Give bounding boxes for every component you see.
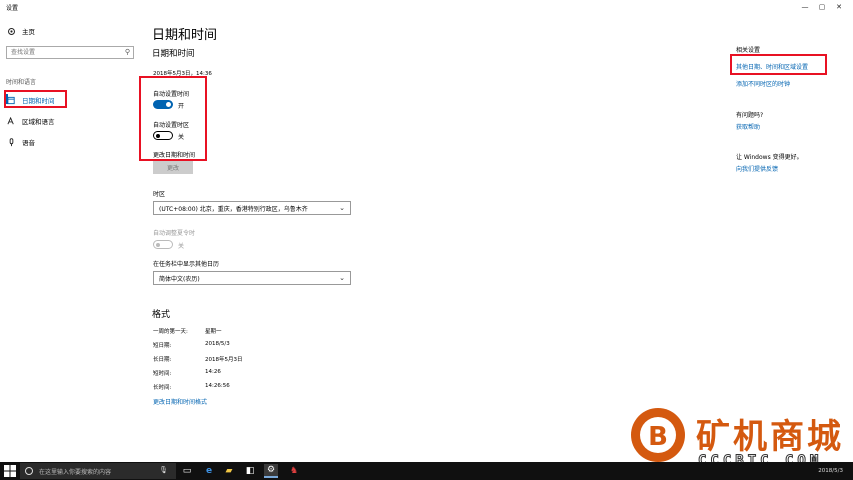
format-row: 短日期: 2018/5/3 — [153, 341, 353, 350]
format-key: 长时间: — [153, 385, 172, 391]
add-clocks-link[interactable]: 添加不同时区的时钟 — [736, 79, 790, 88]
format-row: 一周的第一天: 星期一 — [153, 327, 353, 336]
auto-time-state: 开 — [178, 103, 185, 110]
timezone-value: (UTC+08:00) 北京，重庆，香港特别行政区，乌鲁木齐 — [159, 205, 308, 213]
chevron-down-icon: ⌄ — [339, 204, 345, 212]
change-datetime-button[interactable]: 更改 — [153, 161, 193, 174]
file-explorer-icon[interactable]: ▰ — [222, 464, 236, 478]
get-help-link[interactable]: 获取帮助 — [736, 122, 760, 131]
format-title: 格式 — [152, 310, 171, 320]
auto-time-toggle[interactable] — [153, 100, 173, 109]
sidebar-item-region-language[interactable]: 区域和语言 — [6, 114, 55, 128]
window-title: 设置 — [6, 5, 19, 12]
app-icon[interactable]: ♞ — [287, 464, 301, 478]
format-key: 短时间: — [153, 371, 172, 377]
page-title: 日期和时间 — [152, 28, 218, 43]
task-view-icon[interactable]: ▭ — [180, 464, 194, 478]
sidebar-item-label: 日期和时间 — [22, 97, 55, 105]
sidebar-item-speech[interactable]: 语音 — [6, 135, 35, 149]
minimize-button[interactable]: — — [796, 2, 814, 12]
format-value: 2018年5月3日 — [205, 357, 243, 363]
dst-state: 关 — [178, 243, 185, 250]
dst-label: 自动调整夏令时 — [153, 230, 196, 237]
format-value: 14:26 — [205, 369, 221, 375]
edge-icon[interactable]: e — [202, 464, 216, 478]
sidebar-item-label: 区域和语言 — [22, 118, 55, 126]
format-value: 星期一 — [205, 329, 222, 335]
sidebar-item-home[interactable]: 主页 — [6, 24, 35, 38]
taskbar: 在这里输入你要搜索的内容 🎙 ▭ e ▰ ◧ ⚙ ♞ 2018/5/3 — [0, 462, 853, 480]
sidebar-item-date-time[interactable]: 日期和时间 — [6, 93, 55, 107]
calendar-clock-icon — [6, 95, 16, 105]
question-title: 有问题吗? — [736, 112, 764, 119]
format-key: 一周的第一天: — [153, 329, 188, 335]
sidebar-item-label: 主页 — [22, 28, 35, 36]
related-settings-title: 相关设置 — [736, 47, 761, 54]
search-input[interactable] — [7, 47, 117, 58]
taskbar-search-placeholder: 在这里输入你要搜索的内容 — [39, 468, 112, 476]
microphone-icon — [6, 137, 16, 147]
calendar-select[interactable]: 简体中文(农历) ⌄ — [153, 271, 351, 285]
other-date-region-link[interactable]: 其他日期、时间和区域设置 — [736, 62, 808, 71]
maximize-button[interactable]: ▢ — [813, 2, 831, 12]
dst-toggle[interactable] — [153, 240, 173, 249]
title-bar: 设置 — ▢ ✕ — [0, 0, 853, 14]
format-row: 短时间: 14:26 — [153, 369, 353, 378]
timezone-select[interactable]: (UTC+08:00) 北京，重庆，香港特别行政区，乌鲁木齐 ⌄ — [153, 201, 351, 215]
format-row: 长时间: 14:26:56 — [153, 383, 353, 392]
auto-time-label: 自动设置时间 — [153, 91, 190, 98]
sidebar-section-label: 时间和语言 — [6, 79, 37, 86]
sidebar-item-label: 语音 — [22, 139, 35, 147]
format-row: 长日期: 2018年5月3日 — [153, 355, 353, 364]
microphone-icon[interactable]: 🎙 — [159, 466, 168, 474]
close-button[interactable]: ✕ — [830, 2, 848, 12]
feedback-link[interactable]: 向我们提供反馈 — [736, 164, 778, 173]
sidebar: 主页 ⚲ 时间和语言 日期和时间 区域和语言 语音 — [0, 14, 142, 462]
change-format-link[interactable]: 更改日期和时间格式 — [153, 397, 207, 406]
section-title: 日期和时间 — [152, 49, 195, 59]
search-icon[interactable]: ⚲ — [125, 48, 130, 56]
format-key: 短日期: — [153, 343, 172, 349]
settings-gear-icon[interactable]: ⚙ — [264, 464, 278, 478]
auto-timezone-state: 关 — [178, 134, 185, 141]
chevron-down-icon: ⌄ — [339, 274, 345, 282]
taskbar-search[interactable]: 在这里输入你要搜索的内容 🎙 — [20, 463, 176, 479]
cortana-icon — [25, 467, 33, 475]
calendar-label: 在任务栏中显示其他日历 — [153, 261, 220, 268]
related-panel: 相关设置 其他日期、时间和区域设置 添加不同时区的时钟 有问题吗? 获取帮助 让… — [730, 14, 849, 462]
calendar-value: 简体中文(农历) — [159, 275, 200, 283]
improve-windows-title: 让 Windows 变得更好。 — [736, 154, 803, 161]
auto-timezone-label: 自动设置时区 — [153, 122, 190, 129]
main-content: 日期和时间 日期和时间 2018年5月3日，14:36 自动设置时间 开 自动设… — [139, 14, 710, 462]
settings-search[interactable]: ⚲ — [6, 46, 134, 59]
home-gear-icon — [6, 26, 16, 36]
taskbar-date: 2018/5/3 — [818, 468, 843, 474]
change-datetime-label: 更改日期和时间 — [153, 152, 196, 159]
language-icon — [6, 116, 16, 126]
format-value: 14:26:56 — [205, 383, 230, 389]
format-value: 2018/5/3 — [205, 341, 230, 347]
timezone-label: 时区 — [153, 191, 166, 198]
start-button[interactable] — [4, 465, 16, 477]
windows-logo-icon — [4, 465, 16, 477]
format-key: 长日期: — [153, 357, 172, 363]
store-icon[interactable]: ◧ — [243, 464, 257, 478]
auto-timezone-toggle[interactable] — [153, 131, 173, 140]
